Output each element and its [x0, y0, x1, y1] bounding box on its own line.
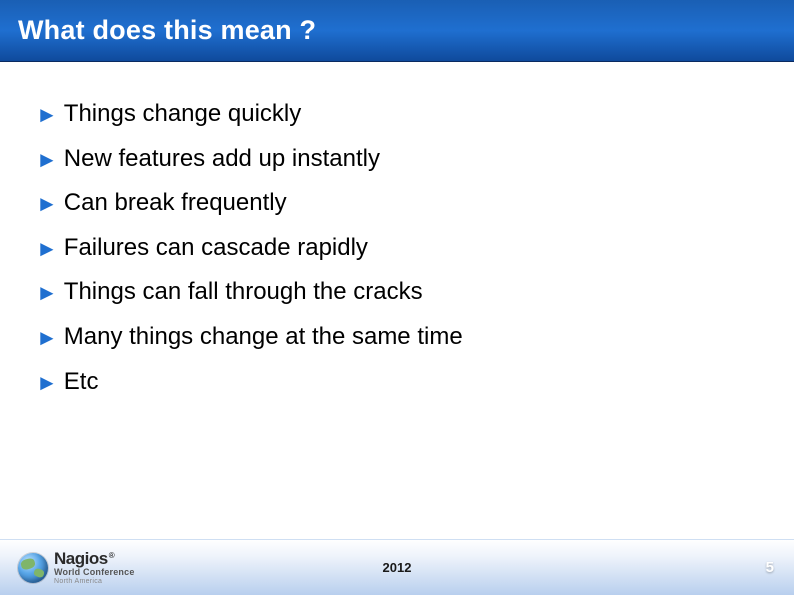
brand-region: North America: [54, 578, 135, 585]
content-area: ► Things change quickly ► New features a…: [0, 62, 794, 595]
brand-main-line: Nagios®: [54, 550, 135, 568]
slide-title: What does this mean ?: [18, 15, 316, 46]
bullet-text: Failures can cascade rapidly: [64, 234, 368, 262]
play-bullet-icon: ►: [36, 191, 58, 216]
page-number: 5: [766, 559, 774, 576]
list-item: ► New features add up instantly: [36, 145, 758, 173]
footer-bar: Nagios® World Conference North America 2…: [0, 539, 794, 595]
bullet-text: Things change quickly: [64, 100, 301, 128]
brand-text: Nagios® World Conference North America: [54, 550, 135, 585]
brand-name: Nagios: [54, 549, 108, 568]
bullet-list: ► Things change quickly ► New features a…: [36, 100, 758, 395]
play-bullet-icon: ►: [36, 325, 58, 350]
brand-subtitle: World Conference: [54, 568, 135, 577]
list-item: ► Things change quickly: [36, 100, 758, 128]
list-item: ► Many things change at the same time: [36, 323, 758, 351]
list-item: ► Can break frequently: [36, 189, 758, 217]
slide: What does this mean ? ► Things change qu…: [0, 0, 794, 595]
play-bullet-icon: ►: [36, 147, 58, 172]
list-item: ► Etc: [36, 368, 758, 396]
registered-icon: ®: [109, 551, 115, 560]
globe-icon: [18, 553, 48, 583]
play-bullet-icon: ►: [36, 236, 58, 261]
bullet-text: Can break frequently: [64, 189, 287, 217]
bullet-text: Many things change at the same time: [64, 323, 463, 351]
bullet-text: New features add up instantly: [64, 145, 380, 173]
play-bullet-icon: ►: [36, 280, 58, 305]
footer-brand: Nagios® World Conference North America: [0, 550, 135, 585]
title-bar: What does this mean ?: [0, 0, 794, 62]
play-bullet-icon: ►: [36, 102, 58, 127]
bullet-text: Things can fall through the cracks: [64, 278, 423, 306]
list-item: ► Things can fall through the cracks: [36, 278, 758, 306]
list-item: ► Failures can cascade rapidly: [36, 234, 758, 262]
bullet-text: Etc: [64, 368, 99, 396]
play-bullet-icon: ►: [36, 370, 58, 395]
footer-year: 2012: [383, 560, 412, 575]
